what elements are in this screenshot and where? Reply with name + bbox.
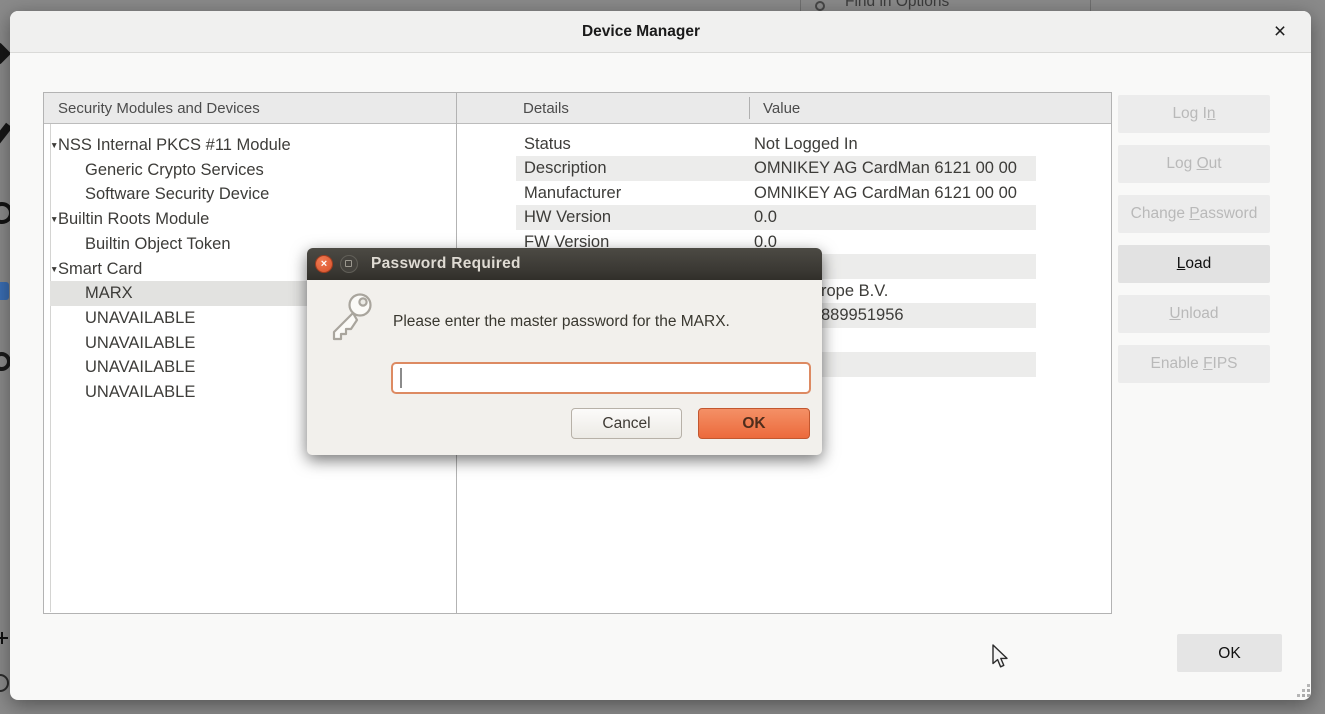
close-icon[interactable]: × [315, 255, 333, 273]
tree-item-label: NSS Internal PKCS #11 Module [58, 133, 291, 158]
tree-item-label: Software Security Device [85, 182, 269, 207]
search-icon [815, 1, 825, 11]
close-icon[interactable]: × [1267, 19, 1293, 45]
details-row: Manufacturer OMNIKEY AG CardMan 6121 00 … [516, 181, 1036, 206]
log-out-button[interactable]: Log Out [1118, 145, 1270, 183]
unload-button[interactable]: Unload [1118, 295, 1270, 333]
cancel-button[interactable]: Cancel [571, 408, 682, 439]
tree-item-software-security-device[interactable]: Software Security Device [50, 182, 454, 207]
row-value-fragment: rope B.V. [821, 279, 888, 304]
password-required-dialog: × Password Required Please enter the mas… [307, 248, 822, 455]
titlebar: Device Manager × [10, 11, 1311, 53]
dialog-titlebar[interactable]: × Password Required [307, 248, 822, 280]
tree-item-label: UNAVAILABLE [85, 380, 195, 405]
column-divider [749, 97, 750, 119]
key-icon [323, 290, 377, 346]
window-title: Device Manager [10, 11, 1272, 52]
tree-item-nss-internal-pkcs11-module[interactable]: ▼ NSS Internal PKCS #11 Module [50, 133, 454, 158]
row-value: 0.0 [754, 205, 777, 230]
dialog-ok-button[interactable]: OK [698, 408, 810, 439]
row-value: Not Logged In [754, 132, 858, 157]
row-label: HW Version [524, 205, 611, 230]
tree-header: Security Modules and Devices [44, 93, 456, 124]
tree-item-label: UNAVAILABLE [85, 331, 195, 356]
ok-button[interactable]: OK [1177, 634, 1282, 672]
tree-item-label: UNAVAILABLE [85, 355, 195, 380]
row-value-fragment: 889951956 [821, 303, 904, 328]
row-label: Status [524, 132, 571, 157]
details-row: Status Not Logged In [516, 132, 1036, 157]
row-label: Manufacturer [524, 181, 621, 206]
row-value: OMNIKEY AG CardMan 6121 00 00 [754, 181, 1017, 206]
lock-icon [0, 282, 9, 300]
password-input[interactable] [391, 362, 811, 394]
tree-item-label: Generic Crypto Services [85, 158, 264, 183]
details-column-header: Details [523, 93, 569, 124]
value-column-header: Value [763, 93, 800, 124]
search-box-border [1090, 0, 1091, 11]
enable-fips-button[interactable]: Enable FIPS [1118, 345, 1270, 383]
tree-item-label: MARX [85, 281, 133, 306]
tree-item-generic-crypto-services[interactable]: Generic Crypto Services [50, 158, 454, 183]
screen: Find in Options Device Manager × Securit… [0, 0, 1325, 714]
dialog-title: Password Required [371, 248, 521, 280]
find-in-options-text: Find in Options [845, 0, 949, 11]
password-prompt-message: Please enter the master password for the… [393, 313, 730, 331]
maximize-icon[interactable] [340, 255, 358, 273]
plus-icon [0, 632, 8, 644]
tree-header-label: Security Modules and Devices [44, 93, 456, 124]
mouse-cursor-icon [991, 644, 1011, 670]
load-button[interactable]: Load [1118, 245, 1270, 283]
tree-item-label: Builtin Object Token [85, 232, 231, 257]
tree-item-label: Smart Card [58, 257, 142, 282]
tree-item-label: UNAVAILABLE [85, 306, 195, 331]
tree-item-builtin-roots-module[interactable]: ▼ Builtin Roots Module [50, 207, 454, 232]
dimmed-backdrop-top: Find in Options [0, 0, 1325, 11]
details-header: Details Value [457, 93, 1111, 124]
change-password-button[interactable]: Change Password [1118, 195, 1270, 233]
details-row: HW Version 0.0 [516, 205, 1036, 230]
text-caret [400, 368, 402, 388]
log-in-button[interactable]: Log In [1118, 95, 1270, 133]
row-value: OMNIKEY AG CardMan 6121 00 00 [754, 156, 1017, 181]
circle-icon [0, 674, 9, 692]
row-label: Description [524, 156, 607, 181]
resize-grip-icon[interactable] [1297, 684, 1300, 687]
details-row: Description OMNIKEY AG CardMan 6121 00 0… [516, 156, 1036, 181]
search-box-border [800, 0, 801, 11]
tree-item-label: Builtin Roots Module [58, 207, 209, 232]
